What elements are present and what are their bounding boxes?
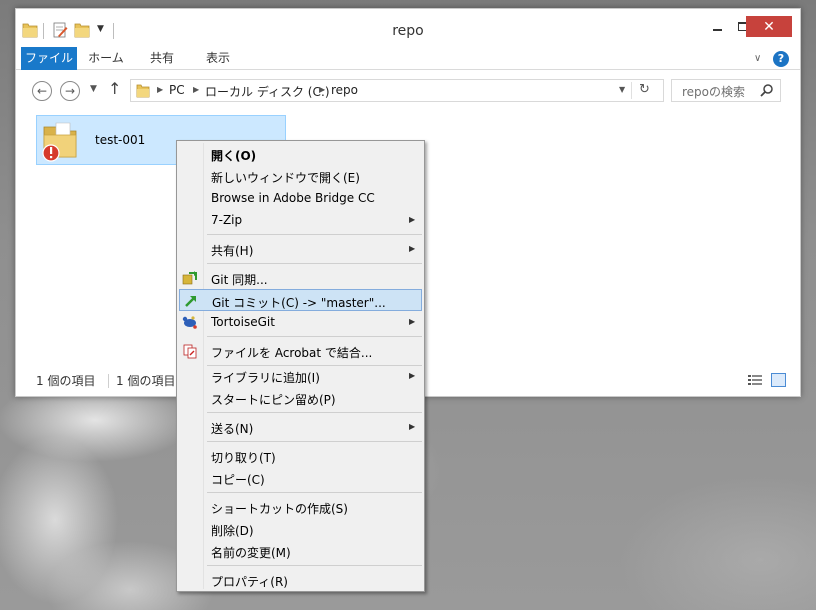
breadcrumb-local-disk[interactable]: ローカル ディスク (C:) bbox=[205, 83, 330, 100]
ribbon-tabs: ファイル ホーム 共有 表示 ∨ ? bbox=[16, 47, 800, 70]
menu-item-label: 共有(H) bbox=[211, 244, 254, 258]
menu-item-cut[interactable]: 切り取り(T) bbox=[179, 445, 422, 467]
menu-item-pin-to-start[interactable]: スタートにピン留め(P) bbox=[179, 387, 422, 409]
tortoisegit-icon bbox=[182, 316, 197, 329]
forward-button[interactable]: → bbox=[60, 81, 80, 101]
minimize-button[interactable] bbox=[704, 16, 730, 37]
search-icon[interactable] bbox=[760, 83, 774, 97]
expand-ribbon-chevron-icon[interactable]: ∨ bbox=[754, 53, 761, 64]
menu-item-add-to-library[interactable]: ライブラリに追加(I) ▶ bbox=[179, 365, 422, 387]
menu-item-label: スタートにピン留め(P) bbox=[211, 393, 336, 407]
menu-item-label: 7-Zip bbox=[211, 213, 243, 227]
git-sync-icon bbox=[182, 271, 197, 285]
breadcrumb-separator-icon[interactable]: ▶ bbox=[193, 85, 199, 94]
menu-item-label: ショートカットの作成(S) bbox=[211, 502, 348, 516]
menu-separator bbox=[207, 441, 422, 442]
breadcrumb-separator-icon[interactable]: ▶ bbox=[319, 85, 325, 94]
window-title: repo bbox=[392, 23, 424, 39]
folder-conflict-icon bbox=[42, 122, 77, 162]
back-button[interactable]: ← bbox=[32, 81, 52, 101]
submenu-arrow-icon: ▶ bbox=[409, 371, 416, 380]
menu-separator bbox=[207, 336, 422, 337]
menu-item-create-shortcut[interactable]: ショートカットの作成(S) bbox=[179, 496, 422, 518]
menu-item-open-new-window[interactable]: 新しいウィンドウで開く(E) bbox=[179, 165, 422, 187]
large-icons-view-icon[interactable] bbox=[771, 373, 786, 387]
address-bar[interactable]: ▶ PC ▶ ローカル ディスク (C:) ▶ repo ▼ ↻ bbox=[130, 79, 664, 102]
menu-item-label: TortoiseGit bbox=[211, 315, 275, 329]
title-bar: ▼ repo ✕ bbox=[16, 9, 800, 47]
search-box[interactable]: repoの検索 bbox=[671, 79, 781, 102]
submenu-arrow-icon: ▶ bbox=[409, 244, 416, 253]
menu-item-label: ファイルを Acrobat で結合... bbox=[211, 346, 373, 360]
menu-item-label: Git 同期... bbox=[211, 273, 268, 287]
menu-item-share[interactable]: 共有(H) ▶ bbox=[179, 238, 422, 260]
menu-item-delete[interactable]: 削除(D) bbox=[179, 518, 422, 540]
refresh-icon[interactable]: ↻ bbox=[639, 82, 650, 97]
menu-item-tortoisegit[interactable]: TortoiseGit ▶ bbox=[179, 311, 422, 333]
menu-separator bbox=[207, 263, 422, 264]
menu-item-label: 新しいウィンドウで開く(E) bbox=[211, 171, 360, 185]
submenu-arrow-icon: ▶ bbox=[409, 422, 416, 431]
menu-item-label: 送る(N) bbox=[211, 422, 254, 436]
minimize-icon bbox=[712, 28, 722, 31]
tab-home[interactable]: ホーム bbox=[78, 47, 134, 70]
submenu-arrow-icon: ▶ bbox=[409, 215, 416, 224]
navigation-bar: ← → ▼ ↑ ▶ PC ▶ ローカル ディスク (C:) ▶ repo ▼ ↻… bbox=[16, 71, 800, 109]
context-menu: 開く(O) 新しいウィンドウで開く(E) Browse in Adobe Bri… bbox=[176, 140, 425, 592]
menu-item-label: 削除(D) bbox=[211, 524, 254, 538]
up-arrow-icon[interactable]: ↑ bbox=[108, 79, 121, 98]
menu-separator bbox=[207, 565, 422, 566]
close-icon: ✕ bbox=[763, 18, 775, 35]
menu-separator bbox=[207, 492, 422, 493]
help-icon[interactable]: ? bbox=[773, 51, 789, 67]
breadcrumb-separator-icon[interactable]: ▶ bbox=[157, 85, 163, 94]
tab-file[interactable]: ファイル bbox=[21, 47, 77, 70]
menu-item-acrobat-combine[interactable]: ファイルを Acrobat で結合... bbox=[179, 340, 422, 362]
search-input[interactable]: repoの検索 bbox=[682, 83, 745, 100]
tab-view[interactable]: 表示 bbox=[190, 47, 246, 70]
menu-item-label: 名前の変更(M) bbox=[211, 546, 291, 560]
menu-item-label: 切り取り(T) bbox=[211, 451, 276, 465]
menu-item-open[interactable]: 開く(O) bbox=[179, 143, 422, 165]
recent-locations-dropdown-icon[interactable]: ▼ bbox=[90, 84, 97, 94]
menu-item-git-commit[interactable]: Git コミット(C) -> "master"... bbox=[179, 289, 422, 311]
submenu-arrow-icon: ▶ bbox=[409, 317, 416, 326]
breadcrumb-pc[interactable]: PC bbox=[169, 83, 185, 97]
item-count: 1 個の項目 bbox=[36, 374, 96, 388]
menu-item-adobe-bridge[interactable]: Browse in Adobe Bridge CC bbox=[179, 187, 422, 209]
menu-item-label: Browse in Adobe Bridge CC bbox=[211, 191, 375, 205]
back-arrow-icon: ← bbox=[36, 84, 48, 98]
acrobat-combine-icon bbox=[183, 344, 197, 359]
menu-item-label: Git コミット(C) -> "master"... bbox=[212, 296, 386, 310]
menu-item-7zip[interactable]: 7-Zip ▶ bbox=[179, 209, 422, 231]
menu-item-label: プロパティ(R) bbox=[211, 575, 288, 589]
git-commit-icon bbox=[185, 296, 196, 307]
menu-item-properties[interactable]: プロパティ(R) bbox=[179, 569, 422, 591]
menu-item-git-sync[interactable]: Git 同期... bbox=[179, 267, 422, 289]
address-history-dropdown-icon[interactable]: ▼ bbox=[619, 85, 625, 94]
menu-separator bbox=[207, 234, 422, 235]
close-button[interactable]: ✕ bbox=[746, 16, 792, 37]
status-separator bbox=[108, 374, 109, 388]
forward-arrow-icon: → bbox=[64, 84, 76, 98]
folder-icon bbox=[136, 84, 150, 98]
address-bar-separator bbox=[631, 82, 632, 99]
tab-share[interactable]: 共有 bbox=[134, 47, 190, 70]
menu-item-label: コピー(C) bbox=[211, 473, 265, 487]
details-view-icon[interactable] bbox=[748, 374, 762, 387]
menu-item-rename[interactable]: 名前の変更(M) bbox=[179, 540, 422, 562]
menu-separator bbox=[207, 412, 422, 413]
menu-item-copy[interactable]: コピー(C) bbox=[179, 467, 422, 489]
menu-item-label: ライブラリに追加(I) bbox=[211, 371, 320, 385]
file-name[interactable]: test-001 bbox=[95, 133, 145, 147]
menu-item-label: 開く(O) bbox=[211, 149, 257, 163]
menu-item-send-to[interactable]: 送る(N) ▶ bbox=[179, 416, 422, 438]
breadcrumb-repo[interactable]: repo bbox=[331, 83, 358, 97]
